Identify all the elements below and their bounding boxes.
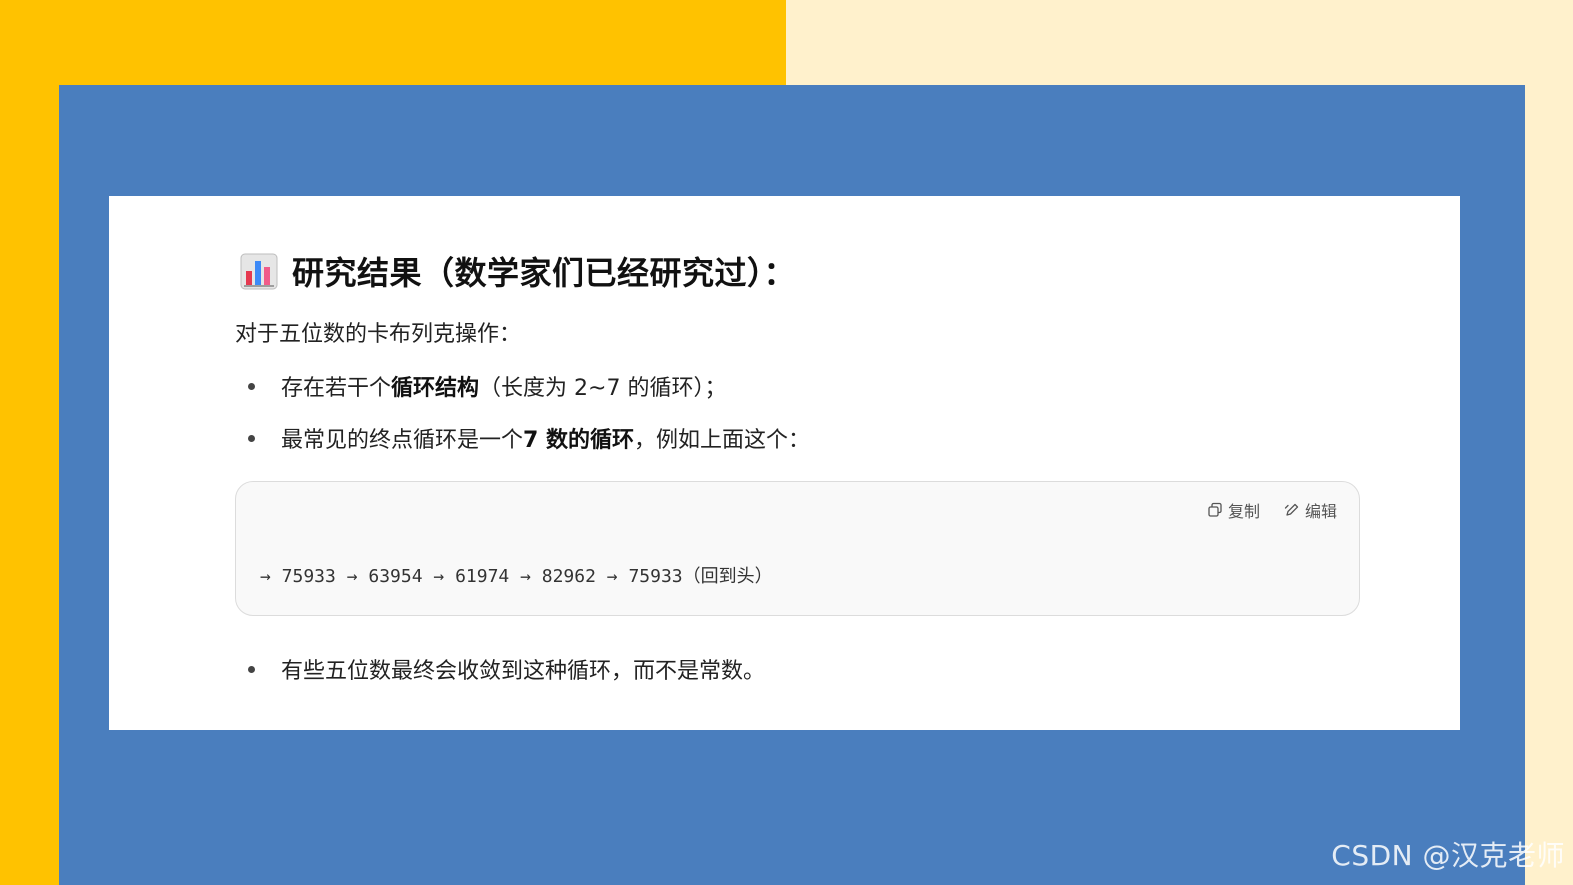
edit-label: 编辑 — [1304, 502, 1337, 521]
list-item-suffix: （长度为 2~7 的循环）； — [479, 376, 727, 401]
list-item-prefix: 存在若干个 — [281, 376, 392, 401]
edit-button[interactable]: 编辑 — [1284, 498, 1337, 522]
list-item: 最常见的终点循环是一个 7 数的循环 ，例如上面这个： — [248, 422, 810, 454]
code-line: → 75933 → 63954 → 61974 → 82962 → 75933（… — [260, 566, 773, 587]
code-block: 复制 编辑 → 75933 → 63954 → 61974 → 82962 → … — [235, 481, 1360, 616]
list-item-suffix: ，例如上面这个： — [633, 428, 810, 453]
list-item: 有些五位数最终会收敛到这种循环，而不是常数。 — [248, 653, 765, 685]
copy-icon — [1208, 502, 1222, 517]
bullet-dot — [248, 665, 255, 673]
watermark: CSDN @汉克老师 — [1331, 839, 1565, 872]
list-item-bold: 7 数的循环 — [523, 428, 634, 453]
edit-icon — [1284, 503, 1299, 516]
intro-text: 对于五位数的卡布列克操作： — [235, 322, 522, 347]
bullet-dot — [248, 382, 255, 390]
list-item-prefix: 最常见的终点循环是一个 — [281, 428, 524, 453]
bullet-dot — [248, 434, 255, 442]
copy-button[interactable]: 复制 — [1207, 498, 1260, 522]
list-item: 存在若干个 循环结构 （长度为 2~7 的循环）； — [248, 370, 726, 402]
code-actions: 复制 编辑 — [1207, 498, 1337, 522]
bar-chart-icon — [240, 253, 278, 290]
heading-text: 研究结果（数学家们已经研究过）： — [292, 254, 797, 292]
copy-label: 复制 — [1227, 502, 1260, 521]
list-item-text: 有些五位数最终会收敛到这种循环，而不是常数。 — [281, 659, 766, 684]
section-heading: 研究结果（数学家们已经研究过）： — [240, 248, 796, 294]
list-item-bold: 循环结构 — [391, 376, 480, 401]
